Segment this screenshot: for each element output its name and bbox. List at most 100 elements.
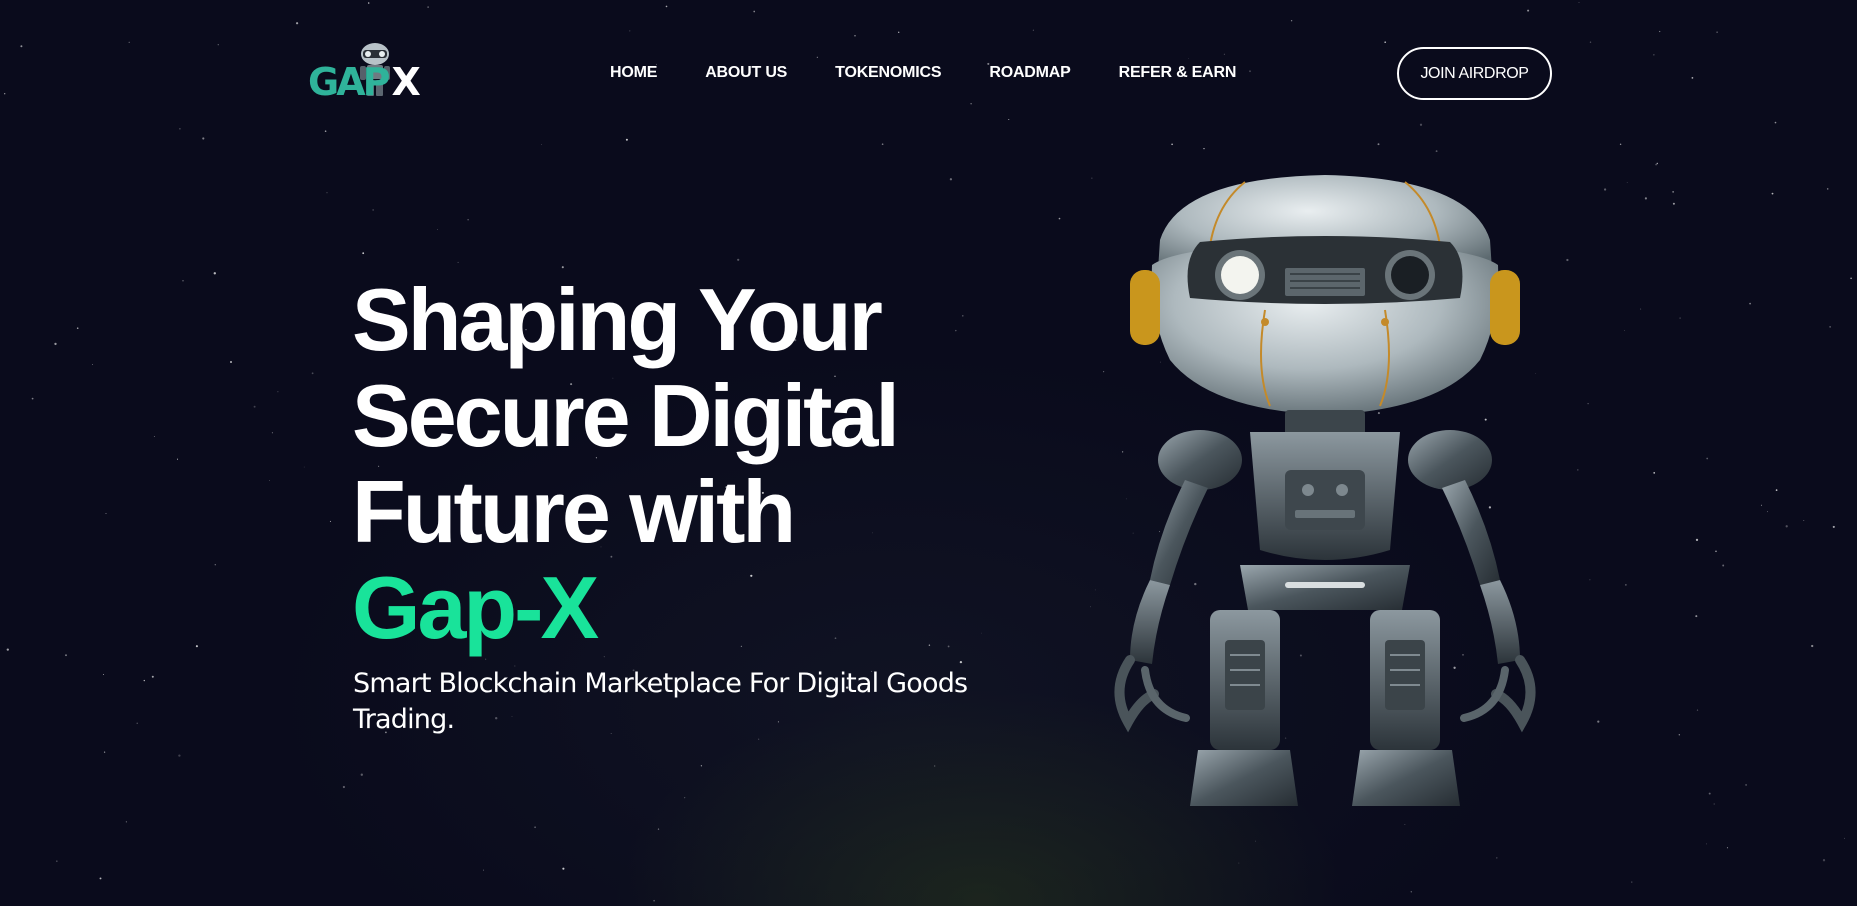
star	[653, 899, 655, 902]
star	[737, 258, 740, 261]
star	[1722, 564, 1725, 567]
robot-illustration	[1114, 175, 1536, 806]
star	[1435, 150, 1438, 153]
star	[467, 219, 469, 221]
star	[1726, 847, 1729, 849]
star	[1672, 191, 1674, 193]
star	[534, 826, 536, 829]
star	[1829, 326, 1831, 328]
star	[684, 797, 686, 799]
star	[1058, 217, 1061, 220]
star	[959, 660, 963, 664]
star	[1713, 803, 1715, 805]
star	[457, 261, 459, 263]
hero-title-line-2: Secure Digital	[352, 366, 900, 465]
star	[1603, 188, 1607, 191]
star	[700, 765, 703, 767]
nav-item-roadmap[interactable]: ROADMAP	[989, 62, 1070, 84]
star	[311, 372, 314, 375]
star	[277, 391, 279, 393]
star	[1577, 469, 1579, 471]
star	[657, 828, 660, 830]
star	[6, 648, 9, 651]
star	[562, 867, 565, 870]
nav-item-home[interactable]: HOME	[610, 62, 657, 84]
star	[271, 432, 273, 434]
nav-item-about-us[interactable]: ABOUT US	[705, 62, 787, 84]
main-nav: HOME ABOUT US TOKENOMICS ROADMAP REFER &…	[610, 62, 1236, 84]
star	[329, 520, 331, 522]
star	[1715, 550, 1717, 553]
star	[54, 342, 57, 346]
star	[1404, 824, 1406, 825]
star	[1624, 329, 1626, 331]
star	[1410, 891, 1412, 893]
star	[76, 327, 79, 329]
star	[136, 722, 138, 724]
star	[949, 178, 953, 181]
star	[362, 252, 365, 255]
star	[195, 645, 198, 648]
site-logo[interactable]: GAP X	[308, 40, 424, 106]
star	[482, 869, 485, 871]
star	[1843, 837, 1845, 839]
star	[153, 435, 155, 438]
star	[1203, 148, 1205, 150]
star	[1706, 457, 1709, 460]
star	[213, 272, 216, 275]
landing-page: GAP X HOME ABOUT US TOKENOMICS ROADMAP RE…	[0, 0, 1857, 906]
star	[151, 675, 154, 678]
star	[1625, 584, 1627, 586]
star	[1653, 472, 1656, 474]
star	[269, 480, 270, 481]
star	[1705, 843, 1707, 845]
star	[1679, 317, 1681, 319]
star	[758, 738, 760, 740]
star	[561, 266, 564, 269]
star	[980, 632, 982, 634]
star	[1826, 188, 1829, 190]
star	[1238, 862, 1240, 864]
star	[229, 360, 233, 364]
star	[342, 785, 345, 789]
star	[31, 397, 34, 400]
star	[253, 405, 256, 408]
star	[1496, 857, 1498, 859]
star	[103, 674, 104, 676]
star	[105, 513, 107, 515]
star	[1850, 277, 1852, 280]
nav-item-tokenomics[interactable]: TOKENOMICS	[835, 62, 941, 84]
star	[934, 765, 936, 767]
star	[1775, 489, 1778, 491]
star	[485, 658, 487, 660]
star	[1644, 197, 1647, 200]
logo-wordmark-gap: GAP	[308, 60, 390, 104]
star	[1626, 182, 1628, 183]
star	[1760, 504, 1762, 506]
nav-item-refer-earn[interactable]: REFER & EARN	[1119, 62, 1237, 84]
star	[1811, 644, 1814, 648]
site-header: GAP X HOME ABOUT US TOKENOMICS ROADMAP RE…	[0, 0, 1857, 148]
star	[176, 458, 179, 460]
star	[1656, 162, 1659, 165]
star	[214, 564, 216, 566]
hero-title-line-1: Shaping Your	[352, 270, 883, 369]
join-airdrop-button[interactable]: JOIN AIRDROP	[1397, 47, 1552, 100]
star	[437, 228, 438, 230]
star	[103, 751, 106, 753]
star	[1587, 402, 1589, 405]
star	[1678, 734, 1680, 736]
star	[92, 364, 93, 365]
star	[56, 860, 58, 862]
star	[1749, 302, 1751, 305]
star	[1695, 538, 1699, 542]
star	[1708, 792, 1711, 795]
star	[326, 192, 328, 194]
star	[1785, 525, 1788, 528]
star	[1767, 511, 1769, 513]
star	[1672, 202, 1675, 205]
star	[178, 754, 181, 757]
star	[1771, 192, 1774, 195]
star	[182, 280, 184, 282]
logo-wordmark: GAP X	[308, 60, 421, 104]
